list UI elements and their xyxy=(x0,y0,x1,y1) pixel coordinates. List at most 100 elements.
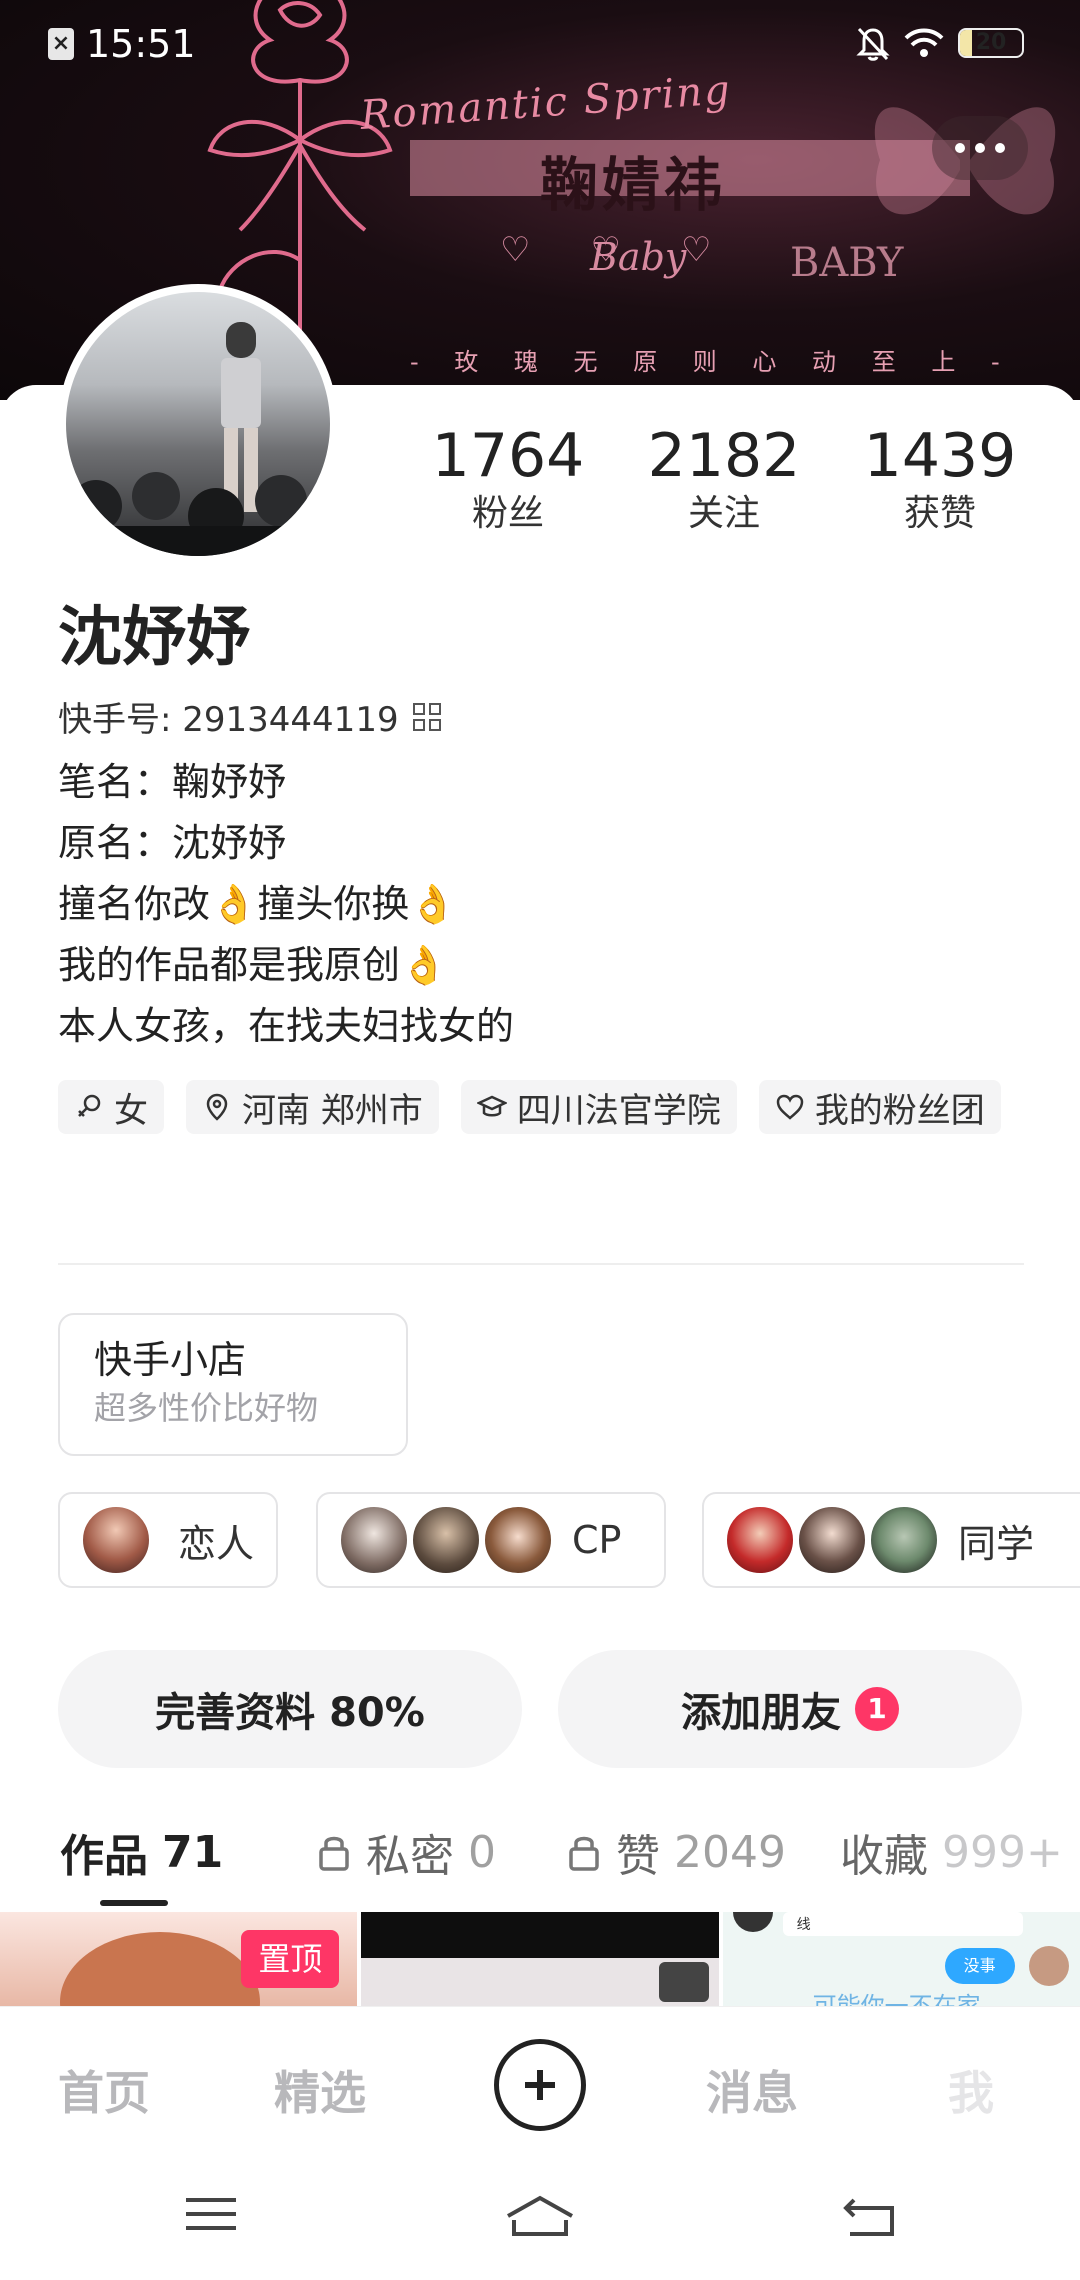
banner-slogan: - 玫 瑰 无 原 则 心 动 至 上 - xyxy=(410,348,1014,376)
relation-label: CP xyxy=(572,1518,622,1562)
content-tabs: 作品 71 私密 0 赞 2049 收藏 999+ xyxy=(0,1820,1080,1910)
more-options-button[interactable] xyxy=(932,116,1028,180)
relation-lover[interactable]: 恋人 xyxy=(58,1492,278,1588)
stat-following[interactable]: 2182 关注 xyxy=(616,420,832,536)
menu-key-icon[interactable] xyxy=(184,2194,238,2234)
profile-bio: 笔名：鞠妤妤 原名：沈妤妤 撞名你改👌撞头你换👌 我的作品都是我原创👌 本人女孩… xyxy=(58,752,514,1057)
relation-avatar xyxy=(724,1504,796,1576)
profile-nickname: 沈妤妤 xyxy=(58,601,250,675)
wifi-icon xyxy=(904,28,944,57)
relation-avatar xyxy=(868,1504,940,1576)
notification-badge: 1 xyxy=(855,1687,899,1731)
work-thumbnail[interactable] xyxy=(361,1912,719,2006)
more-dot-icon xyxy=(955,143,965,153)
nav-home[interactable]: 首页 xyxy=(58,2057,150,2123)
tab-private[interactable]: 私密 0 xyxy=(316,1820,496,1884)
thumbnail-figure xyxy=(658,1962,709,2002)
tag-gender-label: 女 xyxy=(114,1090,148,1131)
kwai-shop-card[interactable]: 快手小店 超多性价比好物 xyxy=(58,1313,408,1456)
work-thumbnail[interactable]: 置顶 xyxy=(0,1912,358,2006)
stat-fans[interactable]: 1764 粉丝 xyxy=(400,420,616,536)
nav-messages[interactable]: 消息 xyxy=(706,2057,798,2123)
shop-title: 快手小店 xyxy=(94,1338,247,1382)
thumbnail-figure xyxy=(60,1932,260,2006)
relation-classmates[interactable]: 同学 xyxy=(702,1492,1080,1588)
tab-private-label: 私密 xyxy=(366,1831,454,1882)
silent-bell-icon xyxy=(856,27,890,61)
female-icon xyxy=(78,1094,101,1117)
banner-baby-left: Baby xyxy=(590,235,687,279)
section-divider xyxy=(58,1263,1024,1265)
back-key-icon[interactable] xyxy=(842,2194,896,2238)
tag-school[interactable]: 四川法官学院 xyxy=(460,1080,737,1134)
tab-favorites-label: 收藏 xyxy=(840,1831,928,1882)
bio-line: 我的作品都是我原创👌 xyxy=(58,943,448,987)
stat-likes-label: 获赞 xyxy=(903,493,976,534)
tag-gender[interactable]: 女 xyxy=(58,1080,164,1134)
more-dot-icon xyxy=(975,143,985,153)
tab-works-count: 71 xyxy=(162,1826,224,1878)
more-dot-icon xyxy=(995,143,1005,153)
qr-code-icon[interactable] xyxy=(412,702,441,731)
relation-avatar xyxy=(338,1504,410,1576)
tab-works-label: 作品 xyxy=(60,1831,148,1882)
bottom-nav: 首页 精选 消息 我 xyxy=(0,2006,1080,2154)
active-tab-indicator xyxy=(100,1900,168,1906)
lock-icon xyxy=(319,1836,349,1871)
bio-line: 原名：沈妤妤 xyxy=(58,821,287,865)
chat-reply-bubble: 没事 xyxy=(944,1948,1015,1984)
tab-works[interactable]: 作品 71 xyxy=(60,1820,223,1884)
banner-art-name: 鞠婧祎 xyxy=(540,151,727,219)
tab-favorites[interactable]: 收藏 999+ xyxy=(840,1820,1063,1884)
system-nav-bar xyxy=(0,2154,1080,2280)
chat-bubble: 线 xyxy=(782,1912,1023,1936)
nav-me[interactable]: 我 xyxy=(948,2057,994,2123)
stat-likes[interactable]: 1439 获赞 xyxy=(832,420,1048,536)
add-friend-label: 添加朋友 xyxy=(681,1690,841,1736)
home-key-icon[interactable] xyxy=(504,2194,576,2238)
tag-location[interactable]: 河南 郑州市 xyxy=(186,1080,439,1134)
create-post-button[interactable] xyxy=(494,2039,586,2131)
status-bar: × 15:51 20 xyxy=(0,0,1080,90)
battery-level-text: 20 xyxy=(975,30,1007,55)
relation-avatar xyxy=(410,1504,482,1576)
profile-stats: 1764 粉丝 2182 关注 1439 获赞 xyxy=(400,420,1060,536)
thumbnail-caption: 可能你一不在家 xyxy=(812,1992,981,2006)
chat-avatar xyxy=(732,1912,773,1932)
status-time: 15:51 xyxy=(86,22,196,66)
kwai-id-text: 快手号: 2913444119 xyxy=(58,700,399,740)
shop-subtitle: 超多性价比好物 xyxy=(94,1389,319,1427)
tab-favorites-count: 999+ xyxy=(942,1826,1063,1878)
add-friend-button[interactable]: 添加朋友 1 xyxy=(558,1650,1022,1768)
location-pin-icon xyxy=(206,1093,228,1121)
stat-fans-label: 粉丝 xyxy=(471,493,544,534)
bio-line: 笔名：鞠妤妤 xyxy=(58,760,287,804)
kwai-id-row[interactable]: 快手号: 2913444119 xyxy=(58,692,441,741)
work-thumbnail[interactable]: 线 没事 可能你一不在家 xyxy=(722,1912,1080,2006)
complete-profile-button[interactable]: 完善资料 80% xyxy=(58,1650,522,1768)
tab-likes[interactable]: 赞 2049 xyxy=(566,1820,786,1884)
tag-school-label: 四川法官学院 xyxy=(516,1090,721,1131)
heart-icon xyxy=(776,1094,804,1120)
stat-following-label: 关注 xyxy=(687,493,760,534)
relation-cp[interactable]: CP xyxy=(316,1492,666,1588)
relation-avatar xyxy=(80,1504,152,1576)
tag-location-label: 河南 郑州市 xyxy=(242,1090,423,1131)
relation-avatar xyxy=(482,1504,554,1576)
avatar[interactable] xyxy=(58,284,338,564)
avatar-crowd xyxy=(66,472,330,556)
tag-fan-group[interactable]: 我的粉丝团 xyxy=(758,1080,1001,1134)
lock-icon xyxy=(569,1836,599,1871)
stat-likes-value: 1439 xyxy=(863,421,1017,491)
relation-label: 同学 xyxy=(958,1521,1035,1566)
no-sim-icon: × xyxy=(48,28,74,60)
tab-likes-label: 赞 xyxy=(616,1831,660,1882)
pinned-badge: 置顶 xyxy=(241,1930,340,1988)
stat-fans-value: 1764 xyxy=(431,421,585,491)
bio-line: 撞名你改👌撞头你换👌 xyxy=(58,882,457,926)
battery-indicator: 20 xyxy=(958,28,1024,58)
profile-tags: 女 河南 郑州市 四川法官学院 我的粉丝团 xyxy=(58,1080,1038,1134)
nav-featured[interactable]: 精选 xyxy=(274,2057,366,2123)
stat-following-value: 2182 xyxy=(647,421,801,491)
tab-likes-count: 2049 xyxy=(674,1826,786,1878)
